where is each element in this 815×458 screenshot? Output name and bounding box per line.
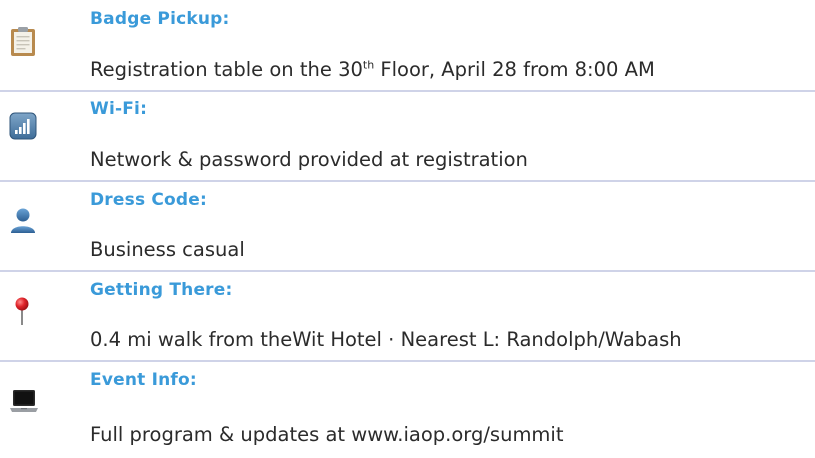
- getting-there-title: Getting There:: [90, 280, 233, 300]
- event-info-text: Full program & updates at www.iaop.org/s…: [90, 423, 564, 446]
- badge-pickup-text: Registration table on the 30th Floor, Ap…: [90, 58, 655, 81]
- dress-code-title: Dress Code:: [90, 190, 208, 210]
- info-row-wifi: Wi-Fi: Network & password provided at re…: [0, 92, 815, 180]
- info-row-event-info: Event Info: Full program & updates at ww…: [0, 362, 815, 458]
- info-row-getting-there: Getting There: 0.4 mi walk from theWit H…: [0, 272, 815, 360]
- clipboard-icon: [11, 27, 35, 56]
- map-pin-icon: [15, 297, 29, 325]
- laptop-icon: [10, 390, 38, 412]
- wifi-text: Network & password provided at registrat…: [90, 148, 528, 171]
- dress-code-text: Business casual: [90, 238, 245, 261]
- wifi-title: Wi-Fi:: [90, 99, 148, 119]
- badge-pickup-title: Badge Pickup:: [90, 9, 230, 29]
- info-row-dress-code: Dress Code: Business casual: [0, 182, 815, 270]
- signal-bars-icon: [9, 112, 37, 140]
- getting-there-text: 0.4 mi walk from theWit Hotel · Nearest …: [90, 328, 682, 351]
- info-row-badge-pickup: Badge Pickup: Registration table on the …: [0, 0, 815, 90]
- person-icon: [11, 208, 35, 233]
- event-info-title: Event Info:: [90, 370, 197, 390]
